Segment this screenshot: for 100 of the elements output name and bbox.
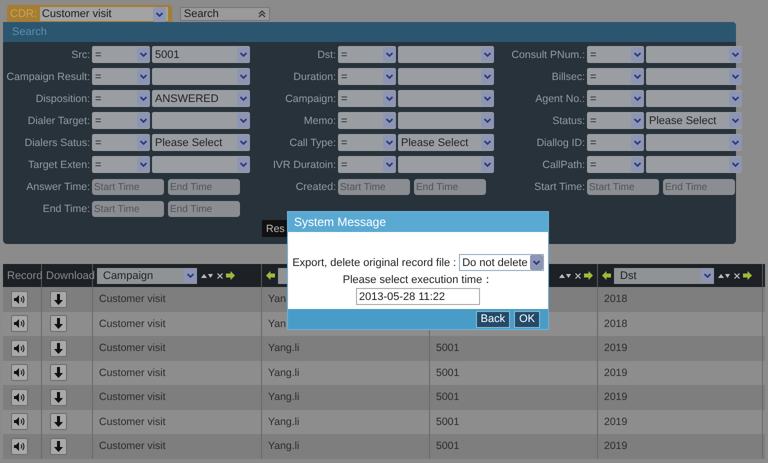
chevron-down-icon [137, 91, 150, 106]
chevron-down-icon [631, 135, 644, 150]
operator-select[interactable]: = [587, 68, 644, 85]
ok-button[interactable]: OK [514, 310, 540, 328]
delete-select[interactable]: Do not delete [459, 254, 544, 271]
chevron-down-icon [631, 47, 644, 62]
speaker-icon[interactable] [11, 364, 28, 382]
table-cell: Customer visit [99, 293, 166, 306]
operator-select[interactable]: = [92, 112, 150, 129]
column-select[interactable]: Campaign [97, 268, 197, 284]
field-label: Start Time: [533, 181, 585, 193]
chevron-down-icon [481, 91, 494, 106]
download-icon[interactable] [50, 413, 67, 430]
value-select[interactable]: Please Select [152, 134, 250, 151]
download-icon[interactable] [50, 315, 67, 332]
value-select[interactable]: ANSWERED [152, 90, 250, 107]
value-select[interactable]: Please Select [398, 134, 494, 151]
chevron-down-icon [729, 47, 742, 62]
field-label: Call Type: [288, 137, 336, 149]
chevron-down-icon [237, 91, 250, 106]
operator-select[interactable]: = [338, 68, 396, 85]
sort-icon[interactable] [558, 272, 572, 279]
operator-select[interactable]: = [587, 46, 644, 63]
panel-title: Search [3, 22, 736, 42]
field-label: Campaign: [284, 93, 336, 105]
operator-select[interactable]: = [92, 46, 150, 63]
speaker-icon[interactable] [11, 340, 28, 357]
reset-button[interactable]: Res [262, 220, 289, 237]
speaker-icon[interactable] [11, 388, 28, 406]
chevron-down-icon [152, 6, 166, 22]
download-icon[interactable] [50, 364, 67, 382]
download-icon[interactable] [50, 340, 67, 357]
execution-time-field[interactable]: 2013-05-28 11:22 [356, 288, 480, 305]
arrow-right-icon[interactable] [226, 271, 235, 280]
table-cell: 5001 [436, 440, 460, 452]
field-label: IVR Duratoin: [272, 159, 336, 171]
chevron-down-icon [383, 91, 396, 106]
operator-select[interactable]: = [587, 112, 644, 129]
operator-select[interactable]: = [587, 134, 644, 151]
back-button[interactable]: Back [476, 310, 510, 328]
module-select[interactable]: Customer visit [40, 7, 168, 21]
table-cell: 5001 [436, 391, 460, 404]
chevron-down-icon [729, 91, 742, 106]
chevron-down-icon [383, 157, 396, 172]
operator-select[interactable]: = [92, 156, 150, 173]
field-label: Billsec: [550, 71, 585, 83]
chevron-down-icon [137, 69, 150, 84]
sort-icon[interactable] [200, 272, 214, 279]
operator-select[interactable]: = [338, 156, 396, 173]
table-cell: 2019 [604, 391, 628, 404]
close-icon[interactable] [734, 272, 740, 278]
value-select[interactable]: Please Select [646, 112, 742, 129]
chevron-down-icon [631, 69, 644, 84]
table-cell: 2019 [604, 416, 628, 428]
chevron-down-icon [383, 113, 396, 128]
operator-select[interactable]: = [587, 156, 644, 173]
operator-select[interactable]: = [92, 68, 150, 85]
time-label: Please select execution time： [342, 273, 494, 287]
operator-select[interactable]: = [338, 46, 396, 63]
speaker-icon[interactable] [11, 413, 28, 430]
close-icon[interactable] [575, 272, 581, 278]
column-select[interactable]: Dst [614, 268, 714, 284]
search-toggle[interactable]: Search [180, 6, 270, 20]
arrow-right-icon[interactable] [584, 271, 593, 280]
table-cell: Yan [268, 293, 286, 306]
operator-select[interactable]: = [338, 90, 396, 107]
sort-icon[interactable] [717, 272, 731, 279]
arrow-right-icon[interactable] [743, 271, 752, 280]
chevron-down-icon [701, 268, 714, 283]
chevron-down-icon [383, 135, 396, 150]
operator-select[interactable]: = [338, 134, 396, 151]
chevron-down-icon [729, 113, 742, 128]
speaker-icon[interactable] [11, 315, 28, 332]
operator-select[interactable]: = [92, 90, 150, 107]
chevron-down-icon [481, 113, 494, 128]
field-label: Created: [294, 181, 336, 193]
value-select[interactable]: 5001 [152, 46, 250, 63]
field-label: Answer Time: [25, 181, 90, 193]
close-icon[interactable] [217, 272, 223, 278]
double-chevron-up-icon [258, 10, 266, 18]
speaker-icon[interactable] [11, 438, 28, 455]
chevron-down-icon [237, 113, 250, 128]
operator-select[interactable]: = [338, 112, 396, 129]
chevron-down-icon [481, 157, 494, 172]
operator-select[interactable]: = [92, 134, 150, 151]
arrow-left-icon[interactable] [266, 271, 275, 280]
download-icon[interactable] [50, 290, 67, 308]
speaker-icon[interactable] [11, 290, 28, 308]
dialog-title: System Message [288, 212, 548, 232]
chevron-down-icon [237, 69, 250, 84]
download-icon[interactable] [50, 438, 67, 455]
table-cell: Yang.li [268, 416, 300, 428]
field-label: Memo: [302, 115, 336, 127]
arrow-left-icon[interactable] [602, 271, 611, 280]
operator-select[interactable]: = [587, 90, 644, 107]
download-icon[interactable] [50, 388, 67, 406]
chevron-down-icon [729, 135, 742, 150]
field-label: Campaign Result: [6, 71, 90, 83]
chevron-down-icon [729, 157, 742, 172]
table-cell: Yang.li [268, 440, 300, 452]
